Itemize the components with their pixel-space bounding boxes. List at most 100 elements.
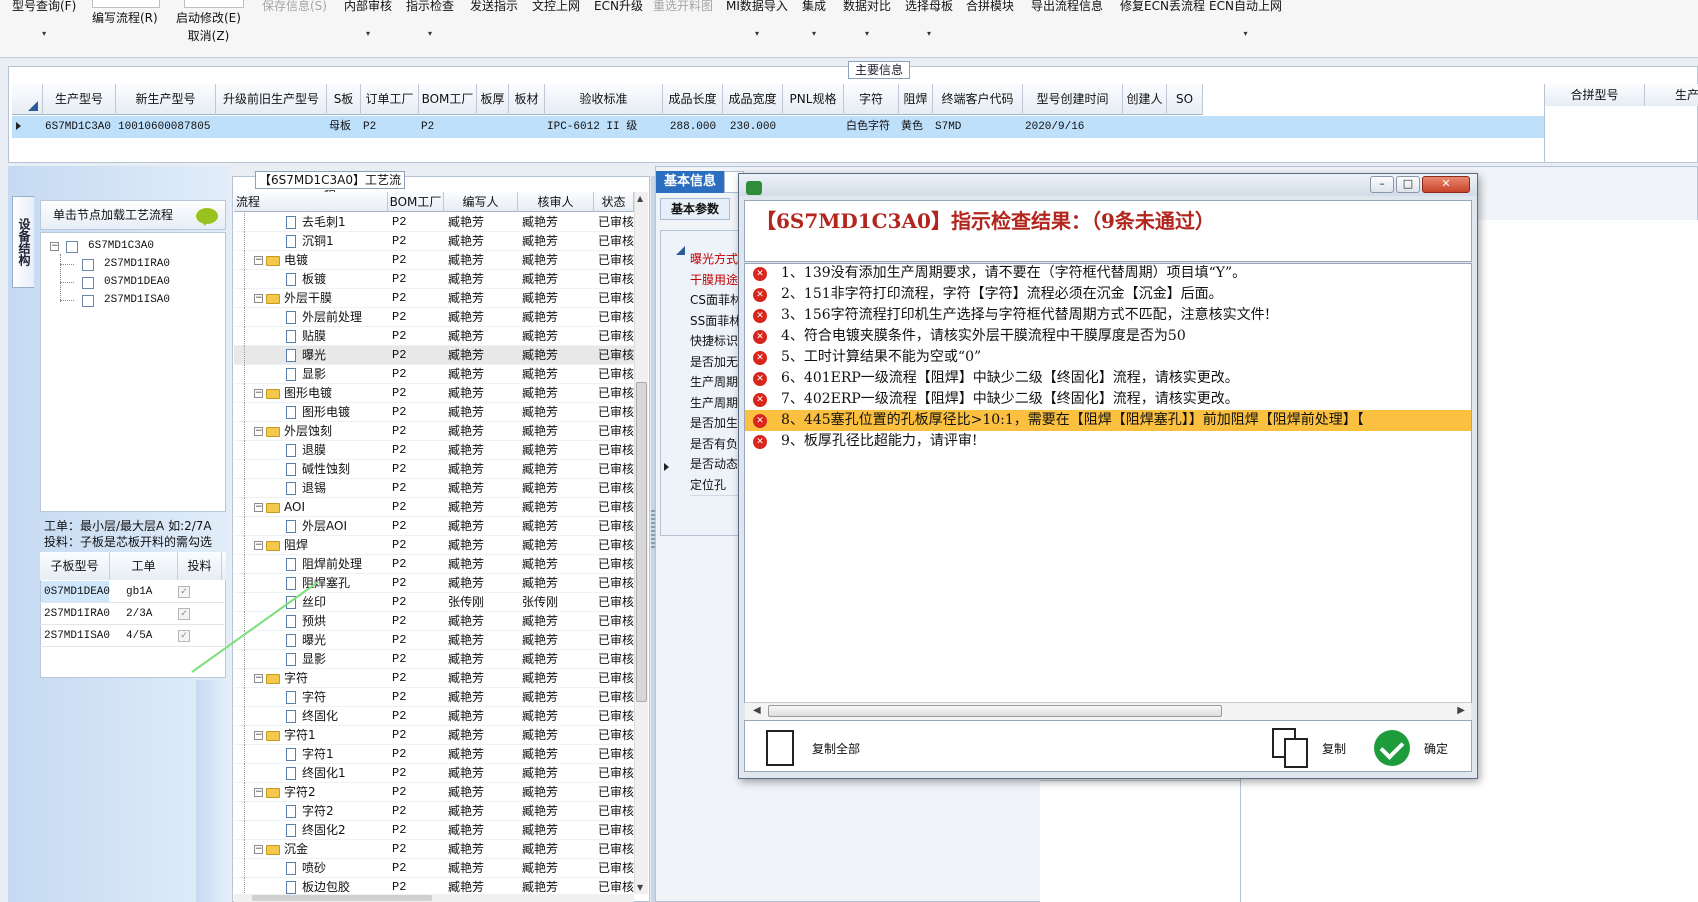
toolbar-item-5[interactable]: 指示检查 ▾ [406,0,454,40]
cell-1[interactable]: 10010600087805 [118,116,214,138]
ok-check-icon[interactable] [1374,730,1410,766]
process-row[interactable]: − 外层蚀刻 P2 臧艳芳 臧艳芳 已审核 [234,422,634,441]
minimize-icon[interactable]: – [1370,176,1394,193]
process-col-4[interactable]: 状态 [594,192,634,212]
process-row[interactable]: 终固化2 P2 臧艳芳 臧艳芳 已审核 [234,821,634,840]
feed-checkbox[interactable]: ✓ [178,586,190,598]
subgrid-col-0[interactable]: 子板型号 [40,552,110,580]
subgrid-col-2[interactable]: 投料 [178,552,222,580]
process-row[interactable]: − 字符1 P2 臧艳芳 臧艳芳 已审核 [234,726,634,745]
cell-0[interactable]: 6S7MD1C3A0 [45,116,114,138]
main-info-row[interactable]: 6S7MD1C3A0 10010600087805 母板 P2 P2 IPC-6012 I… [12,116,1544,138]
subgrid-model-2[interactable]: 2S7MD1ISA0 [44,625,110,647]
toolbar-item-0[interactable]: 型号查询(F) ▾ [12,0,76,40]
document-icon[interactable] [766,730,794,766]
tree-toggle-icon[interactable]: − [254,541,263,550]
chevron-down-icon[interactable]: ▾ [802,28,826,40]
subgrid-model-0[interactable]: 0S7MD1DEA0 [44,581,110,603]
col-1[interactable]: 新生产型号 [116,84,216,115]
process-row[interactable]: 退锡 P2 臧艳芳 臧艳芳 已审核 [234,479,634,498]
cell-2[interactable] [218,116,325,138]
col-7[interactable]: 板材 [509,84,545,115]
col-2[interactable]: 升级前旧生产型号 [216,84,327,115]
cell-7[interactable] [511,116,543,138]
chevron-down-icon[interactable]: ▾ [12,28,76,40]
col-9[interactable]: 成品长度 [663,84,723,115]
cell-14[interactable]: S7MD [935,116,1021,138]
process-row[interactable]: − 图形电镀 P2 臧艳芳 臧艳芳 已审核 [234,384,634,403]
process-row[interactable]: 曝光 P2 臧艳芳 臧艳芳 已审核 [234,346,634,365]
col-14[interactable]: 终端客户代码 [933,84,1023,115]
copy-button[interactable]: 复制 [1322,742,1346,756]
process-row[interactable]: 外层前处理 P2 臧艳芳 臧艳芳 已审核 [234,308,634,327]
close-icon[interactable]: ✕ [1422,176,1470,193]
col-12[interactable]: 字符 [844,84,899,115]
col-17[interactable]: SO [1167,84,1203,115]
check-result-item[interactable]: ✕ 5、工时计算结果不能为空或“0” [745,347,1471,368]
check-result-item[interactable]: ✕ 1、139没有添加生产周期要求，请不要在（字符框代替周期）项目填“Y”。 [745,263,1471,284]
scroll-down-arrow-icon[interactable]: ▼ [637,883,643,892]
process-row[interactable]: 退膜 P2 臧艳芳 臧艳芳 已审核 [234,441,634,460]
chevron-down-icon[interactable]: ▾ [905,28,953,40]
col-16[interactable]: 创建人 [1123,84,1167,115]
cell-8[interactable]: IPC-6012 II 级 [547,116,661,138]
check-result-item[interactable]: ✕ 3、156字符流程打印机生产选择与字符框代替周期方式不匹配，注意核实文件! [745,305,1471,326]
cell-15[interactable]: 2020/9/16 [1025,116,1121,138]
col-4[interactable]: 订单工厂 [361,84,419,115]
col-3[interactable]: S板 [327,84,361,115]
tree-checkbox[interactable] [82,295,94,307]
toolbar-item-12[interactable]: 数据对比 ▾ [843,0,891,40]
process-row[interactable]: − 阻焊 P2 臧艳芳 臧艳芳 已审核 [234,536,634,555]
chevron-down-icon[interactable]: ▾ [344,28,392,40]
cell-4[interactable]: P2 [363,116,417,138]
toolbar-item-16[interactable]: 修复ECN丢流程 [1120,0,1205,12]
toolbar-item-9[interactable]: 重选开料图 [653,0,713,12]
dialog-titlebar[interactable] [739,174,1477,196]
check-result-item[interactable]: ✕ 6、401ERP一级流程【阻焊】中缺少二级【终固化】流程，请核实更改。 [745,368,1471,389]
ok-button[interactable]: 确定 [1424,742,1448,756]
process-row[interactable]: 碱性蚀刻 P2 臧艳芳 臧艳芳 已审核 [234,460,634,479]
process-col-3[interactable]: 核审人 [518,192,594,212]
cell-10[interactable]: 230.000 [725,116,781,138]
tree-toggle-icon[interactable]: − [254,788,263,797]
toolbar-item-11[interactable]: 集成 ▾ [802,0,826,40]
cell-13[interactable]: 黄色 [901,116,931,138]
process-row[interactable]: 贴膜 P2 臧艳芳 臧艳芳 已审核 [234,327,634,346]
check-result-item[interactable]: ✕ 8、445塞孔位置的孔板厚径比>10:1，需要在【阻焊【阻焊塞孔】】前加阻焊【… [745,410,1471,431]
toolbar-item-10[interactable]: MI数据导入 ▾ [726,0,788,40]
process-vscroll[interactable]: ▲ ▼ [634,192,648,894]
process-row[interactable]: 阻焊前处理 P2 臧艳芳 臧艳芳 已审核 [234,555,634,574]
cell-12[interactable]: 白色字符 [846,116,897,138]
process-col-0[interactable]: 流程 [234,192,388,212]
process-row[interactable]: 图形电镀 P2 臧艳芳 臧艳芳 已审核 [234,403,634,422]
chevron-down-icon[interactable]: ▾ [843,28,891,40]
tree-toggle-icon[interactable]: − [254,503,263,512]
chevron-down-icon[interactable]: ▾ [1209,28,1282,40]
tab-structure[interactable]: 设备结构 [12,196,34,288]
scroll-left-arrow-icon[interactable]: ◀ [753,705,761,716]
toolbar-item-1[interactable]: 编写流程(R) [92,12,158,24]
process-hscroll[interactable] [234,894,634,902]
scroll-right-arrow-icon[interactable]: ▶ [1457,705,1465,716]
process-row[interactable]: − 字符2 P2 臧艳芳 臧艳芳 已审核 [234,783,634,802]
check-result-item[interactable]: ✕ 7、402ERP一级流程【阻焊】中缺少二级【终固化】流程，请核实更改。 [745,389,1471,410]
process-hscroll-thumb[interactable] [252,895,432,901]
copy-all-button[interactable]: 复制全部 [812,742,860,756]
process-row[interactable]: 字符1 P2 臧艳芳 臧艳芳 已审核 [234,745,634,764]
check-result-item[interactable]: ✕ 4、符合电镀夹膜条件，请核实外层干膜流程中干膜厚度是否为50 [745,326,1471,347]
chevron-down-icon[interactable]: ▾ [406,28,454,40]
process-row[interactable]: 去毛刺1 P2 臧艳芳 臧艳芳 已审核 [234,213,634,232]
process-row[interactable]: − 外层干膜 P2 臧艳芳 臧艳芳 已审核 [234,289,634,308]
toolbar-item-3[interactable]: 保存信息(S) [262,0,327,12]
col-15[interactable]: 型号创建时间 [1023,84,1123,115]
col-11[interactable]: PNL规格 [783,84,844,115]
process-vscroll-thumb[interactable] [636,382,647,702]
feed-checkbox[interactable]: ✓ [178,608,190,620]
tree-toggle-icon[interactable]: − [254,256,263,265]
process-row[interactable]: 沉铜1 P2 臧艳芳 臧艳芳 已审核 [234,232,634,251]
process-row[interactable]: 外层AOI P2 臧艳芳 臧艳芳 已审核 [234,517,634,536]
col-merge-model[interactable]: 合拼型号 [1545,84,1645,106]
subgrid-order-2[interactable]: 4/5A [126,625,152,647]
tree-node-2[interactable]: 0S7MD1DEA0 [104,276,170,288]
process-col-2[interactable]: 编写人 [444,192,518,212]
